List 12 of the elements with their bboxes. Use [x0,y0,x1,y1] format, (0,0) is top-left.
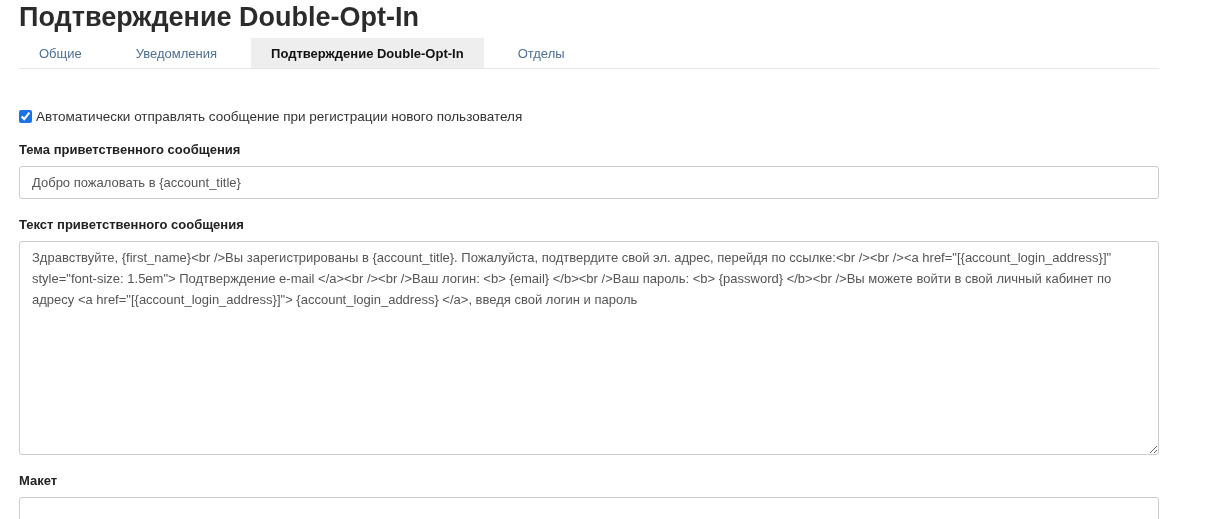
tab[interactable]: Подтверждение Double-Opt-In [251,38,484,68]
checkbox[interactable] [19,110,32,123]
subject-field[interactable]: Добро пожаловать в {account_title} [19,166,1159,199]
field-label: Тема приветственного сообщения [19,142,242,157]
tab[interactable]: Общие [19,38,102,68]
tab[interactable]: Отделы [497,38,585,68]
checkbox-label: Автоматически отправлять сообщение при регистрации нового пользователя [36,109,523,124]
field-label: Текст приветственного сообщения [19,217,245,232]
field-label: Макет [19,473,59,488]
tab[interactable]: Уведомления [115,38,238,68]
message-textarea[interactable]: Здравствуйте, {first_name}<br />Вы зарегистрированы в {account_title}. Пожалуйста, подтвердите свой эл. адрес, перейдя по ссылке:<br /><br /><a href="[{account_login_address}]" style="font-size: 1.5em"> Подтверждение e-mail </a><br /><br />Ваш логин: <b> {email} </b><br />Ваш пароль: <b> {password} </b><br />Вы можете войти в свой личный кабинет по адресу <a href="[{account_login_address}]"> {account_login_address} </a>, введя свой логин и пароль [19,241,1159,455]
page-title: Подтверждение Double-Opt-In [19,1,420,34]
